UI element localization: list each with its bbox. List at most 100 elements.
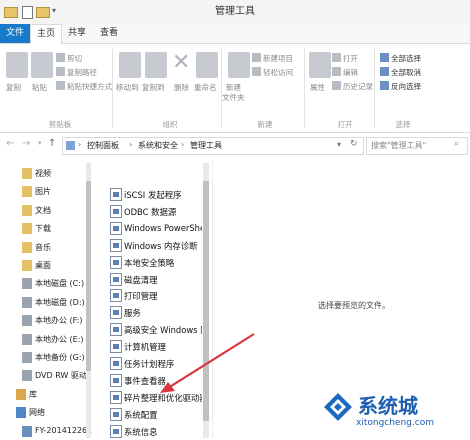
edit-icon (332, 67, 341, 76)
delete-button[interactable]: 删除 (174, 82, 189, 93)
properties-icon[interactable] (309, 52, 331, 78)
nav-item[interactable]: 桌面 (0, 258, 86, 274)
breadcrumb-system-security[interactable]: 系统和安全 (138, 140, 178, 151)
annotation-arrow (160, 333, 255, 393)
cut-button[interactable]: 剪切 (67, 53, 82, 64)
breadcrumb-admin-tools[interactable]: 管理工具 (190, 140, 222, 151)
new-folder-icon[interactable] (228, 52, 250, 78)
nav-item[interactable]: 本地磁盘 (C:) (0, 276, 86, 292)
list-item[interactable]: Windows PowerShell IS (100, 221, 202, 236)
nav-item-label: 本地办公 (F:) (35, 316, 83, 326)
nav-item[interactable]: 本地办公 (F:) (0, 313, 86, 329)
list-item[interactable]: 磁盘清理 (100, 272, 202, 287)
copy-path-button[interactable]: 复制路径 (67, 67, 97, 78)
paste-icon[interactable] (31, 52, 53, 78)
move-to-button[interactable]: 移动到 (116, 82, 139, 93)
search-input[interactable]: 搜索"管理工具" (371, 140, 426, 151)
history-button[interactable]: 历史记录 (343, 81, 373, 92)
title-bar: ▾ 管理工具 (0, 0, 470, 25)
list-item-label: 打印管理 (124, 291, 158, 302)
list-item-label: iSCSI 发起程序 (124, 190, 182, 200)
new-folder-label-2[interactable]: 文件夹 (222, 92, 245, 103)
ribbon-divider (112, 48, 113, 128)
list-item[interactable]: Windows 内存诊断 (100, 238, 202, 253)
list-item-label: Windows 内存诊断 (124, 240, 198, 251)
edit-button[interactable]: 编辑 (343, 67, 358, 78)
drive-icon (22, 315, 32, 327)
computer-icon (22, 425, 32, 437)
shortcut-icon (110, 204, 122, 218)
tab-file[interactable]: 文件 (0, 24, 30, 43)
nav-item[interactable]: 本地磁盘 (D:) (0, 295, 86, 311)
copy-button[interactable]: 复制 (6, 82, 21, 93)
new-item-button[interactable]: 新建项目 (263, 53, 293, 64)
ribbon-tabs: 文件 主页 共享 查看 (0, 24, 470, 44)
easy-access-button[interactable]: 轻松访问 (263, 67, 293, 78)
nav-item[interactable]: DVD RW 驱动 (0, 368, 87, 384)
back-icon[interactable]: ← (6, 138, 14, 149)
search-icon[interactable]: ⌕ (454, 139, 459, 149)
copy-to-icon[interactable] (145, 52, 167, 78)
shortcut-icon (110, 289, 122, 303)
nav-item[interactable]: 网络 (0, 405, 86, 421)
easy-access-icon (252, 67, 261, 76)
list-item[interactable]: 系统信息 (100, 424, 202, 439)
nav-item[interactable]: 文档 (0, 203, 86, 219)
copy-to-button[interactable]: 复制到 (142, 82, 165, 93)
nav-item-label: 库 (29, 389, 37, 399)
group-select-label: 选择 (395, 120, 411, 129)
nav-item[interactable]: 图片 (0, 184, 86, 200)
refresh-icon[interactable]: ↻ (350, 139, 358, 149)
invert-selection-button[interactable]: 反向选择 (391, 81, 421, 92)
list-item[interactable]: ODBC 数据源 (100, 204, 202, 219)
open-button[interactable]: 打开 (343, 53, 358, 64)
list-item-label: 服务 (124, 308, 141, 319)
address-dropdown-icon[interactable]: ▾ (337, 140, 341, 149)
copy-icon[interactable] (6, 52, 28, 78)
rename-button[interactable]: 重命名 (194, 82, 217, 93)
nav-item[interactable]: 库 (0, 387, 86, 403)
nav-item[interactable]: 本地备份 (G:) (0, 350, 86, 366)
music-folder-icon (22, 241, 32, 253)
nav-item[interactable]: 音乐 (0, 240, 86, 256)
nav-item[interactable]: 下载 (0, 221, 86, 237)
address-bar[interactable]: › 控制面板 › 系统和安全 › 管理工具 ▾ ↻ (62, 137, 364, 155)
drive-icon (22, 278, 32, 290)
list-item[interactable]: 打印管理 (100, 288, 202, 303)
drive-icon (22, 352, 32, 363)
select-none-button[interactable]: 全部取消 (391, 67, 421, 78)
xitongcheng-logo (323, 392, 353, 422)
forward-icon[interactable]: → (22, 138, 30, 149)
group-open-label: 打开 (337, 120, 353, 129)
control-panel-icon (66, 141, 75, 150)
watermark-brand: 系统城 (358, 394, 418, 418)
nav-item[interactable]: 本地办公 (E:) (0, 332, 86, 348)
search-box[interactable]: 搜索"管理工具" ⌕ (366, 137, 468, 155)
history-icon (332, 81, 341, 90)
rename-icon[interactable] (196, 52, 218, 78)
tab-share[interactable]: 共享 (62, 24, 92, 43)
paste-shortcut-button[interactable]: 粘贴快捷方式 (67, 81, 112, 92)
list-item[interactable]: 系统配置 (100, 407, 202, 422)
move-to-icon[interactable] (119, 52, 141, 78)
nav-item[interactable]: FY-201412261 (0, 424, 92, 440)
paste-button[interactable]: 粘贴 (32, 82, 47, 93)
nav-scrollbar-thumb[interactable] (86, 181, 91, 371)
up-icon[interactable]: ↑ (48, 138, 56, 149)
document-folder-icon (22, 204, 32, 216)
list-item-label: Windows PowerShell IS (124, 222, 202, 233)
select-all-button[interactable]: 全部选择 (391, 53, 421, 64)
nav-item-label: 文档 (35, 205, 51, 215)
properties-button[interactable]: 属性 (310, 82, 325, 93)
nav-scrollbar[interactable] (86, 163, 91, 438)
breadcrumb-control-panel[interactable]: 控制面板 (87, 140, 119, 151)
list-item[interactable]: 本地安全策略 (100, 255, 202, 270)
recent-dropdown-icon[interactable]: ▾ (38, 139, 42, 147)
tab-view[interactable]: 查看 (94, 24, 124, 43)
list-item[interactable]: 服务 (100, 305, 202, 320)
delete-icon[interactable]: ✕ (172, 50, 190, 76)
list-item[interactable]: iSCSI 发起程序 (100, 187, 202, 202)
nav-item[interactable]: 视频 (0, 166, 86, 182)
tab-home[interactable]: 主页 (30, 24, 62, 44)
list-item-label: 本地安全策略 (124, 257, 175, 268)
